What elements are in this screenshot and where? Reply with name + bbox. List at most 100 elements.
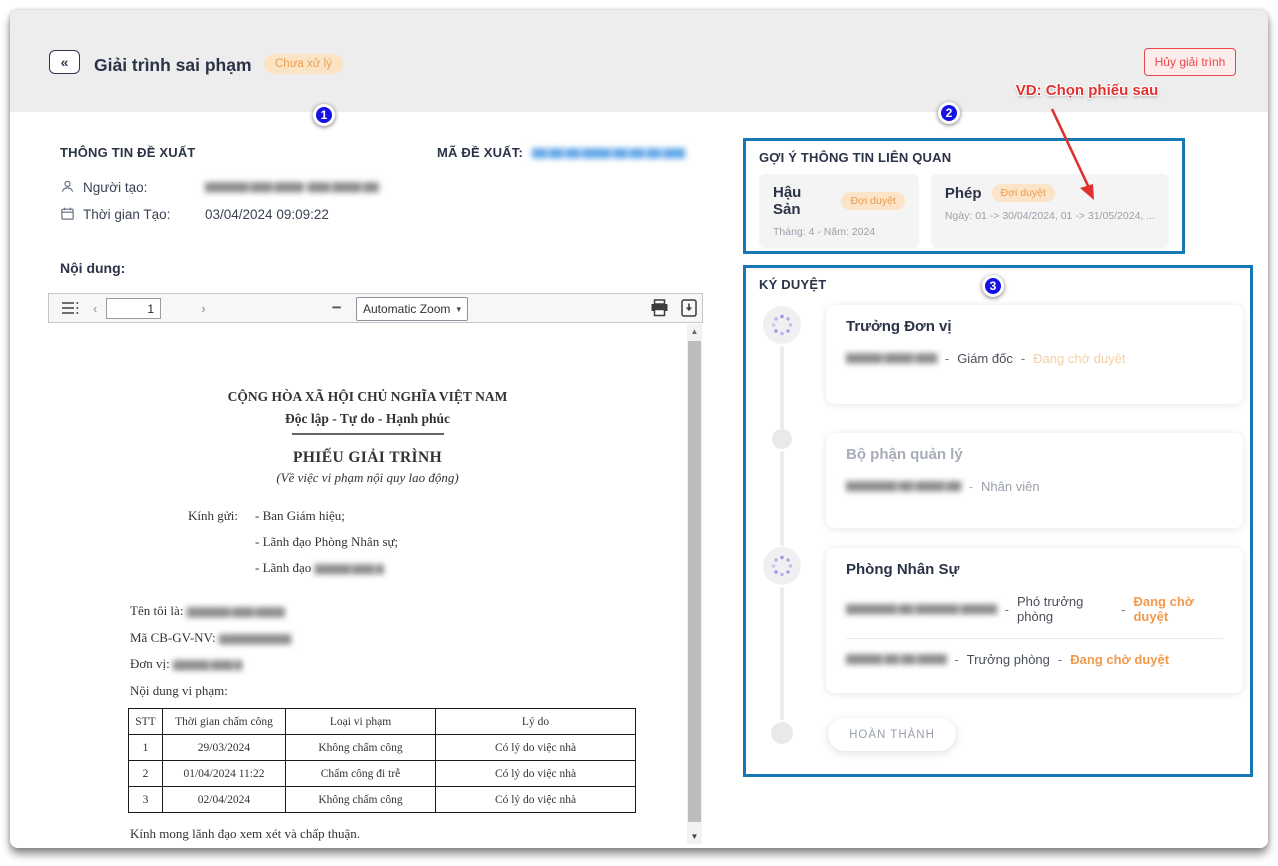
col-header: STT bbox=[129, 709, 163, 735]
pdf-toolbar: ‹ › − + Automatic Zoom ▾ bbox=[48, 293, 703, 323]
suggestion-detail: Ngày: 01 -> 30/04/2024, 01 -> 31/05/2024… bbox=[945, 210, 1155, 222]
zoom-select[interactable]: Automatic Zoom ▾ bbox=[356, 297, 468, 321]
cancel-explanation-button[interactable]: Hủy giải trình bbox=[1144, 48, 1236, 76]
suggestion-status-badge: Đợi duyệt bbox=[992, 184, 1055, 202]
doc-name-line: Tên tôi là: ▇▇▇▇▇▇ ▇▇▇ ▇▇▇▇ bbox=[130, 603, 284, 619]
approval-step-title: Phòng Nhân Sự bbox=[846, 561, 1223, 578]
approver-role: Trưởng phòng bbox=[967, 652, 1050, 667]
timeline-line bbox=[780, 451, 784, 546]
approver-role: Phó trưởng phòng bbox=[1017, 594, 1113, 624]
next-page-icon[interactable]: › bbox=[201, 301, 205, 316]
approver-name: ▇▇▇▇▇ ▇▇ ▇▇ ▇▇▇▇ bbox=[846, 654, 946, 665]
doc-recipient-3-redacted: ▇▇▇▇▇ ▇▇▇ ▇ bbox=[315, 564, 384, 575]
callout-badge-3: 3 bbox=[982, 275, 1004, 297]
doc-code-line: Mã CB-GV-NV: ▇▇▇▇▇▇▇▇▇▇ bbox=[130, 630, 291, 646]
approval-step-truong-don-vi: Trưởng Đơn vị ▇▇▇▇▇ ▇▇▇▇ ▇▇▇ - Giám đốc … bbox=[826, 305, 1243, 404]
approver-row: ▇▇▇▇▇▇▇ ▇▇ ▇▇▇▇ ▇▇ - Nhân viên bbox=[846, 479, 1223, 494]
approval-box: KÝ DUYỆT bbox=[743, 265, 1253, 777]
scrollbar-thumb[interactable] bbox=[688, 341, 701, 822]
timeline-line bbox=[780, 346, 784, 429]
back-button[interactable]: « bbox=[49, 50, 80, 74]
proposal-section-title: THÔNG TIN ĐỀ XUẤT bbox=[60, 145, 196, 160]
doc-nation-line2: Độc lập - Tự do - Hạnh phúc bbox=[48, 411, 687, 427]
timeline-dot bbox=[771, 722, 793, 744]
doc-to-label: Kính gửi: bbox=[188, 508, 238, 524]
approver-role: Nhân viên bbox=[981, 479, 1040, 494]
chevron-down-icon: ▾ bbox=[456, 304, 461, 315]
sidebar-toggle-icon[interactable] bbox=[61, 300, 79, 316]
page-number-input[interactable] bbox=[106, 298, 161, 319]
col-header: Loại vi phạm bbox=[286, 709, 436, 735]
timeline-dot bbox=[772, 429, 792, 449]
approval-step-bo-phan-quan-ly: Bộ phận quản lý ▇▇▇▇▇▇▇ ▇▇ ▇▇▇▇ ▇▇ - Nhâ… bbox=[826, 433, 1243, 528]
table-row: 3 02/04/2024 Không chấm công Có lý do vi… bbox=[129, 787, 636, 813]
doc-unit-line: Đơn vị: ▇▇▇▇▇ ▇▇▇ ▇ bbox=[130, 656, 242, 672]
approver-name: ▇▇▇▇▇▇▇ ▇▇ ▇▇▇▇▇▇ ▇▇▇▇▇ bbox=[846, 604, 997, 615]
calendar-icon bbox=[60, 206, 75, 221]
suggestion-card-hau-san[interactable]: Hậu Sản Đợi duyệt Tháng: 4 - Năm: 2024 bbox=[759, 174, 919, 248]
timeline-line bbox=[780, 587, 784, 720]
table-header-row: STT Thời gian chấm công Loại vi phạm Lý … bbox=[129, 709, 636, 735]
doc-unit-redacted: ▇▇▇▇▇ ▇▇▇ ▇ bbox=[173, 660, 242, 671]
scroll-down-icon[interactable]: ▼ bbox=[687, 832, 702, 841]
spinner-icon bbox=[763, 547, 801, 585]
doc-subtitle: (Về việc vi phạm nội quy lao động) bbox=[48, 470, 687, 486]
approver-status: Đang chờ duyệt bbox=[1033, 351, 1125, 366]
doc-recipient-1: - Ban Giám hiệu; bbox=[255, 508, 345, 524]
approval-step-title: Bộ phận quản lý bbox=[846, 446, 1223, 463]
callout-badge-1: 1 bbox=[313, 104, 335, 126]
app-panel: « Giải trình sai phạm Chưa xử lý Hủy giả… bbox=[10, 10, 1268, 848]
creator-value: ▇▇▇▇▇▇ ▇▇▇ ▇▇▇▇ (▇▇▇ ▇▇▇▇ ▇▇) bbox=[205, 182, 380, 193]
zoom-out-icon[interactable]: − bbox=[332, 298, 342, 318]
spinner-icon bbox=[763, 306, 801, 344]
doc-closing-line: Kính mong lãnh đạo xem xét và chấp thuận… bbox=[130, 826, 360, 842]
pdf-scrollbar[interactable]: ▲ ▼ bbox=[687, 324, 702, 844]
scroll-up-icon[interactable]: ▲ bbox=[687, 327, 702, 336]
approver-row: ▇▇▇▇▇ ▇▇ ▇▇ ▇▇▇▇ - Trưởng phòng - Đang c… bbox=[846, 652, 1223, 667]
callout-badge-2: 2 bbox=[938, 102, 960, 124]
suggestions-title: GỢI Ý THÔNG TIN LIÊN QUAN bbox=[759, 150, 1169, 165]
page-title: Giải trình sai phạm bbox=[94, 55, 252, 76]
approval-step-phong-nhan-su: Phòng Nhân Sự ▇▇▇▇▇▇▇ ▇▇ ▇▇▇▇▇▇ ▇▇▇▇▇ - … bbox=[826, 548, 1243, 693]
doc-recipient-2: - Lãnh đạo Phòng Nhân sự; bbox=[255, 534, 398, 550]
doc-divider bbox=[292, 433, 444, 435]
suggestion-detail: Tháng: 4 - Năm: 2024 bbox=[773, 226, 905, 238]
table-row: 2 01/04/2024 11:22 Chấm công đi trễ Có l… bbox=[129, 761, 636, 787]
created-time-label: Thời gian Tạo: bbox=[83, 207, 170, 222]
suggestion-name: Phép bbox=[945, 185, 982, 202]
violation-table: STT Thời gian chấm công Loại vi phạm Lý … bbox=[128, 708, 636, 813]
suggestion-card-phep[interactable]: Phép Đợi duyệt Ngày: 01 -> 30/04/2024, 0… bbox=[931, 174, 1169, 248]
created-time-value: 03/04/2024 09:09:22 bbox=[205, 207, 329, 222]
zoom-select-value: Automatic Zoom bbox=[363, 302, 450, 316]
creator-label: Người tạo: bbox=[83, 180, 147, 195]
row-divider bbox=[846, 638, 1223, 639]
approver-row: ▇▇▇▇▇▇▇ ▇▇ ▇▇▇▇▇▇ ▇▇▇▇▇ - Phó trưởng phò… bbox=[846, 594, 1223, 624]
approver-row: ▇▇▇▇▇ ▇▇▇▇ ▇▇▇ - Giám đốc - Đang chờ duy… bbox=[846, 351, 1223, 366]
doc-violation-label: Nội dung vi phạm: bbox=[130, 683, 228, 699]
download-icon[interactable] bbox=[681, 299, 697, 317]
suggestion-status-badge: Đợi duyệt bbox=[841, 192, 904, 210]
approver-name: ▇▇▇▇▇▇▇ ▇▇ ▇▇▇▇ ▇▇ bbox=[846, 481, 961, 492]
pdf-document: CỘNG HÒA XÃ HỘI CHỦ NGHĨA VIỆT NAM Độc l… bbox=[48, 323, 687, 845]
approver-role: Giám đốc bbox=[957, 351, 1013, 366]
proposal-code-label: MÃ ĐỀ XUẤT: bbox=[437, 145, 523, 160]
doc-recipient-3: - Lãnh đạo ▇▇▇▇▇ ▇▇▇ ▇ bbox=[255, 560, 383, 576]
approval-step-title: Trưởng Đơn vị bbox=[846, 318, 1223, 335]
done-step: HOÀN THÀNH bbox=[828, 718, 956, 751]
approver-status: Đang chờ duyệt bbox=[1070, 652, 1169, 667]
content-label: Nội dung: bbox=[60, 260, 125, 276]
table-row: 1 29/03/2024 Không chấm công Có lý do vi… bbox=[129, 735, 636, 761]
related-info-box: GỢI Ý THÔNG TIN LIÊN QUAN Hậu Sản Đợi du… bbox=[743, 138, 1185, 254]
status-badge: Chưa xử lý bbox=[264, 54, 343, 74]
doc-name-redacted: ▇▇▇▇▇▇ ▇▇▇ ▇▇▇▇ bbox=[187, 607, 284, 618]
doc-title: PHIẾU GIẢI TRÌNH bbox=[48, 449, 687, 467]
prev-page-icon[interactable]: ‹ bbox=[93, 301, 97, 316]
double-chevron-left-icon: « bbox=[61, 54, 69, 70]
annotation-note: VD: Chọn phiếu sau bbox=[977, 82, 1197, 99]
col-header: Thời gian chấm công bbox=[163, 709, 286, 735]
approver-name: ▇▇▇▇▇ ▇▇▇▇ ▇▇▇ bbox=[846, 353, 937, 364]
print-icon[interactable] bbox=[650, 299, 669, 317]
proposal-code-value: ▇▇ ▇▇ ▇▇ ▇▇▇▇ ▇▇ ▇▇ ▇▇ ▇▇▇ bbox=[532, 148, 685, 159]
doc-code-redacted: ▇▇▇▇▇▇▇▇▇▇ bbox=[219, 634, 291, 645]
approver-status: Đang chờ duyệt bbox=[1133, 594, 1223, 624]
